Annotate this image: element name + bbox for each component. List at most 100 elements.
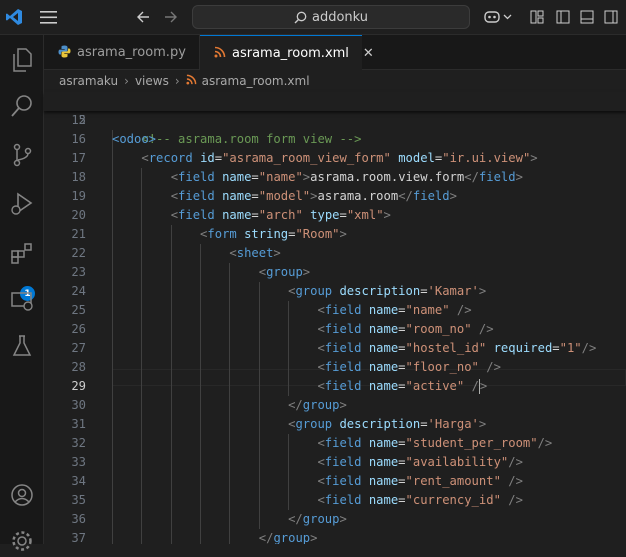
breadcrumb-folder[interactable]: asramaku bbox=[59, 74, 118, 88]
line-number: 29 bbox=[71, 379, 86, 393]
code-token: < bbox=[317, 493, 325, 507]
remote-explorer-icon[interactable] bbox=[6, 285, 38, 317]
code-line[interactable]: 27 <field name="hostel_id" required="1"/> bbox=[44, 339, 626, 358]
accounts-icon[interactable] bbox=[6, 479, 38, 511]
code-token: "arch" bbox=[258, 208, 303, 222]
customize-layout-icon[interactable] bbox=[530, 10, 544, 24]
line-number: 26 bbox=[71, 322, 86, 336]
forward-arrow-icon[interactable] bbox=[164, 10, 178, 24]
code-line[interactable]: 21 <form string="Room"> bbox=[44, 225, 626, 244]
code-text: <group description='Harga'> bbox=[288, 415, 486, 434]
code-line[interactable]: 20 <field name="arch" type="xml"> bbox=[44, 206, 626, 225]
code-token: group bbox=[302, 398, 340, 412]
code-token: name bbox=[222, 189, 252, 203]
back-arrow-icon[interactable] bbox=[136, 10, 150, 24]
sticky-scroll-line[interactable]: 2 <odoo> bbox=[44, 92, 626, 146]
code-token: name bbox=[368, 341, 399, 355]
code-token: > bbox=[339, 227, 347, 241]
code-line[interactable]: 33 <field name="availability"/> bbox=[44, 453, 626, 472]
breadcrumb-file[interactable]: asrama_room.xml bbox=[202, 74, 310, 88]
line-number: 21 bbox=[71, 227, 86, 241]
code-token: < bbox=[258, 265, 267, 279]
code-line[interactable]: 22 <sheet> bbox=[44, 244, 626, 263]
code-line[interactable]: 23 <group> bbox=[44, 263, 626, 282]
source-control-icon[interactable] bbox=[6, 139, 38, 171]
code-line[interactable]: 36 </group> bbox=[44, 510, 626, 529]
explorer-icon[interactable] bbox=[6, 44, 38, 76]
indent-guide bbox=[170, 472, 172, 491]
run-debug-icon[interactable] bbox=[6, 188, 38, 220]
code-line[interactable]: 30 </group> bbox=[44, 396, 626, 415]
extensions-icon[interactable] bbox=[6, 237, 38, 269]
tab-asrama-room-xml[interactable]: asrama_room.xml ✕ bbox=[200, 35, 374, 70]
code-line[interactable]: 15 bbox=[44, 111, 626, 130]
indent-guide bbox=[141, 358, 143, 377]
indent-guide bbox=[141, 301, 143, 320]
code-line[interactable]: 17 <record id="asrama_room_view_form" mod… bbox=[44, 149, 626, 168]
code-token: name bbox=[368, 474, 399, 488]
line-number: 32 bbox=[71, 436, 86, 450]
code-text: <field name="model">asrama.room</field> bbox=[171, 187, 457, 206]
code-line[interactable]: 35 <field name="currency_id" /> bbox=[44, 491, 626, 510]
indent-guide bbox=[229, 434, 231, 453]
code-line[interactable]: 32 <field name="student_per_room"/> bbox=[44, 434, 626, 453]
line-number: 31 bbox=[71, 417, 86, 431]
command-center-search[interactable]: addonku bbox=[192, 5, 470, 29]
code-token: < bbox=[317, 322, 325, 336]
toggle-panel-icon[interactable] bbox=[580, 10, 594, 24]
code-token: name bbox=[368, 436, 399, 450]
settings-gear-icon[interactable] bbox=[6, 525, 38, 557]
testing-flask-icon[interactable] bbox=[6, 330, 38, 362]
code-line[interactable]: 26 <field name="room_no" /> bbox=[44, 320, 626, 339]
breadcrumb-folder[interactable]: views bbox=[135, 74, 169, 88]
code-token: "availability" bbox=[405, 455, 509, 469]
code-token: "student_per_room" bbox=[405, 436, 538, 450]
code-line[interactable]: 24 <group description='Kamar'> bbox=[44, 282, 626, 301]
chevron-down-icon[interactable] bbox=[503, 13, 512, 21]
line-number: 19 bbox=[71, 189, 86, 203]
close-icon[interactable]: ✕ bbox=[363, 46, 374, 61]
code-line[interactable]: 31 <group description='Harga'> bbox=[44, 415, 626, 434]
indent-guide bbox=[170, 225, 172, 244]
code-token: </ bbox=[258, 531, 274, 544]
code-token: < bbox=[170, 189, 179, 203]
code-line[interactable]: 28 <field name="floor_no" /> bbox=[44, 358, 626, 377]
code-token: field bbox=[324, 436, 362, 450]
code-token: "floor_no" bbox=[405, 360, 479, 374]
line-number: 28 bbox=[71, 360, 86, 374]
code-token: < bbox=[170, 208, 179, 222]
indent-guide bbox=[112, 510, 113, 529]
code-token: = bbox=[398, 360, 406, 374]
indent-guide bbox=[258, 415, 260, 434]
code-line[interactable]: 37 </group> bbox=[44, 529, 626, 544]
indent-guide bbox=[229, 301, 231, 320]
code-editor[interactable]: 15 16 <!-- asrama.room form view --> 17 <rec… bbox=[44, 111, 626, 544]
indent-guide bbox=[170, 358, 172, 377]
code-token: > bbox=[478, 417, 487, 431]
code-token: required bbox=[493, 341, 553, 355]
code-token: field bbox=[178, 170, 215, 184]
code-line[interactable]: 18 <field name="name">asrama.room.view.fo… bbox=[44, 168, 626, 187]
indent-guide bbox=[170, 510, 172, 529]
search-sidebar-icon[interactable] bbox=[6, 90, 38, 122]
code-token: group bbox=[302, 512, 340, 526]
indent-guide bbox=[229, 453, 231, 472]
code-line[interactable]: 25 <field name="name" /> bbox=[44, 301, 626, 320]
code-line[interactable]: 29 <field name="active" /> bbox=[44, 377, 626, 396]
line-number: 20 bbox=[71, 208, 86, 222]
tab-asrama-room-py[interactable]: asrama_room.py bbox=[44, 35, 200, 70]
copilot-icon[interactable] bbox=[483, 9, 501, 25]
code-line[interactable]: 34 <field name="rent_amount" /> bbox=[44, 472, 626, 491]
indent-guide bbox=[200, 282, 202, 301]
indent-guide bbox=[170, 339, 172, 358]
menu-icon[interactable] bbox=[40, 11, 58, 24]
toggle-primary-sidebar-icon[interactable] bbox=[556, 10, 570, 24]
indent-guide bbox=[112, 491, 113, 510]
code-line[interactable]: 19 <field name="model">asrama.room</field… bbox=[44, 187, 626, 206]
indent-guide bbox=[200, 415, 202, 434]
toggle-secondary-sidebar-icon[interactable] bbox=[604, 10, 618, 24]
